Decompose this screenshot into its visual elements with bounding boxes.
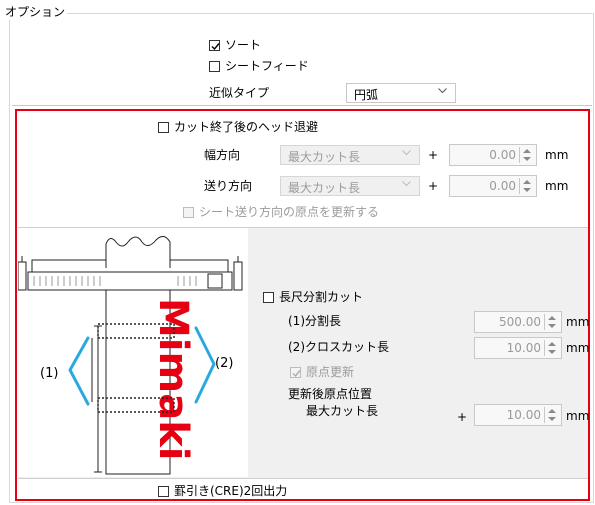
width-unit: mm	[545, 148, 569, 162]
head-retract-label: カット終了後のヘッド退避	[174, 120, 319, 134]
cross-cut-label: (2)クロスカット長	[288, 340, 389, 354]
chevron-down-icon	[438, 88, 447, 94]
cross-cut-value: 10.00	[506, 341, 541, 355]
after-update-spinner[interactable]: 10.00	[474, 404, 562, 426]
width-direction-label: 幅方向	[204, 148, 241, 162]
approx-type-select[interactable]: 円弧	[346, 83, 456, 103]
split-length-value: 500.00	[499, 315, 541, 329]
width-offset-value: 0.00	[489, 148, 516, 162]
spinner-arrows-icon[interactable]	[544, 340, 559, 356]
diagram-label-2: (2)	[215, 356, 234, 371]
approx-type-label: 近似タイプ	[209, 86, 270, 100]
diagram-label-1: (1)	[40, 366, 59, 381]
approx-type-value: 円弧	[354, 88, 379, 102]
chevron-down-icon	[402, 181, 411, 187]
sheet-feed-label: シートフィード	[225, 59, 309, 73]
update-origin-checkbox[interactable]	[183, 207, 194, 218]
width-direction-select[interactable]: 最大カット長	[280, 145, 420, 165]
long-cut-checkbox[interactable]	[263, 292, 274, 303]
head-retract-checkbox[interactable]	[158, 122, 169, 133]
long-cut-label: 長尺分割カット	[279, 290, 364, 304]
feed-plus: +	[428, 179, 439, 193]
after-update-origin-label: 更新後原点位置	[288, 387, 373, 401]
max-cut-length-label: 最大カット長	[306, 404, 379, 418]
section-divider	[12, 105, 592, 106]
split-length-label: (1)分割長	[288, 314, 341, 328]
rule-output-checkbox[interactable]	[158, 486, 169, 497]
width-direction-select-value: 最大カット長	[288, 150, 361, 164]
spinner-arrows-icon[interactable]	[544, 314, 559, 330]
width-plus: +	[428, 148, 439, 162]
cross-cut-unit: mm	[566, 341, 590, 355]
feed-direction-select-value: 最大カット長	[288, 181, 361, 195]
feed-direction-select[interactable]: 最大カット長	[280, 176, 420, 196]
sheet-feed-checkbox[interactable]	[209, 61, 220, 72]
chevron-down-icon	[402, 150, 411, 156]
spinner-arrows-icon[interactable]	[519, 147, 534, 163]
width-offset-spinner[interactable]: 0.00	[449, 144, 537, 166]
split-length-spinner[interactable]: 500.00	[474, 311, 562, 333]
brand-logo: Mimaki	[150, 298, 196, 461]
origin-update-label: 原点更新	[306, 365, 355, 379]
split-length-unit: mm	[566, 315, 590, 329]
feed-direction-label: 送り方向	[204, 179, 253, 193]
feed-offset-value: 0.00	[489, 179, 516, 193]
after-update-value: 10.00	[506, 408, 541, 422]
spinner-arrows-icon[interactable]	[519, 178, 534, 194]
sort-checkbox[interactable]	[209, 40, 220, 51]
after-update-unit: mm	[566, 409, 590, 423]
feed-offset-spinner[interactable]: 0.00	[449, 175, 537, 197]
options-group-title: オプション	[3, 4, 68, 20]
after-update-plus: +	[457, 410, 468, 424]
feed-unit: mm	[545, 179, 569, 193]
spinner-arrows-icon[interactable]	[544, 407, 559, 423]
update-origin-label: シート送り方向の原点を更新する	[199, 205, 380, 219]
sort-label: ソート	[225, 38, 262, 52]
cutting-plotter-illustration: Mimaki	[18, 236, 243, 475]
origin-update-checkbox[interactable]	[290, 367, 301, 378]
cross-cut-spinner[interactable]: 10.00	[474, 337, 562, 359]
rule-output-label: 罫引き(CRE)2回出力	[174, 484, 288, 498]
